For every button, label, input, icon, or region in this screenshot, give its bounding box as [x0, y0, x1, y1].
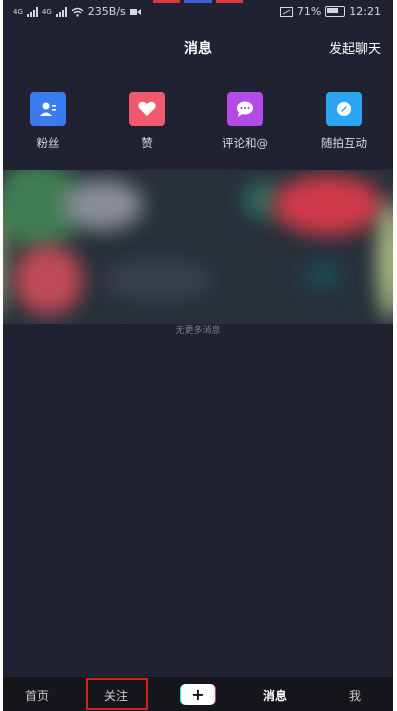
nav-me[interactable]: 我 [349, 687, 361, 704]
nav-home[interactable]: 首页 [25, 687, 49, 704]
wifi-icon [71, 7, 84, 17]
comment-icon [227, 92, 263, 126]
quick-actions: 粉丝 赞 评论和@ 随拍互动 [3, 92, 393, 156]
nav-messages[interactable]: 消息 [263, 687, 287, 704]
quick-action-likes[interactable]: 赞 [104, 92, 190, 151]
app-screen: 4G 4G 235B/s 71% 12:21 消息 发起聊天 粉丝 赞 评论和@… [3, 0, 393, 711]
quick-action-label: 赞 [141, 136, 153, 150]
signal-icon [26, 6, 38, 17]
network-speed: 235B/s [87, 5, 126, 18]
clock: 12:21 [349, 5, 381, 18]
header: 消息 发起聊天 [3, 30, 393, 64]
quick-action-label: 粉丝 [36, 136, 60, 150]
quick-action-label: 评论和@ [222, 136, 268, 150]
network-label-2: 4G [41, 7, 52, 16]
video-icon [129, 8, 141, 15]
plus-icon: + [181, 684, 215, 705]
camera-icon [326, 92, 362, 126]
add-video-button[interactable]: + [180, 684, 216, 705]
quick-action-shoot-interact[interactable]: 随拍互动 [301, 92, 387, 151]
battery-icon [325, 6, 346, 17]
highlight-annotation [86, 678, 148, 710]
signal-icon [55, 6, 67, 17]
battery-percent: 71% [296, 5, 322, 18]
status-bar: 4G 4G 235B/s 71% 12:21 [3, 0, 393, 24]
blurred-message-preview [3, 170, 393, 324]
fans-icon [30, 92, 66, 126]
network-label-1: 4G [13, 7, 23, 16]
cast-icon [279, 6, 293, 17]
no-more-messages: 无更多消息 [175, 326, 221, 336]
heart-icon [129, 92, 165, 126]
quick-action-fans[interactable]: 粉丝 [5, 92, 91, 151]
start-chat-button[interactable]: 发起聊天 [329, 38, 381, 57]
quick-action-comments[interactable]: 评论和@ [202, 92, 288, 151]
quick-action-label: 随拍互动 [321, 136, 367, 150]
